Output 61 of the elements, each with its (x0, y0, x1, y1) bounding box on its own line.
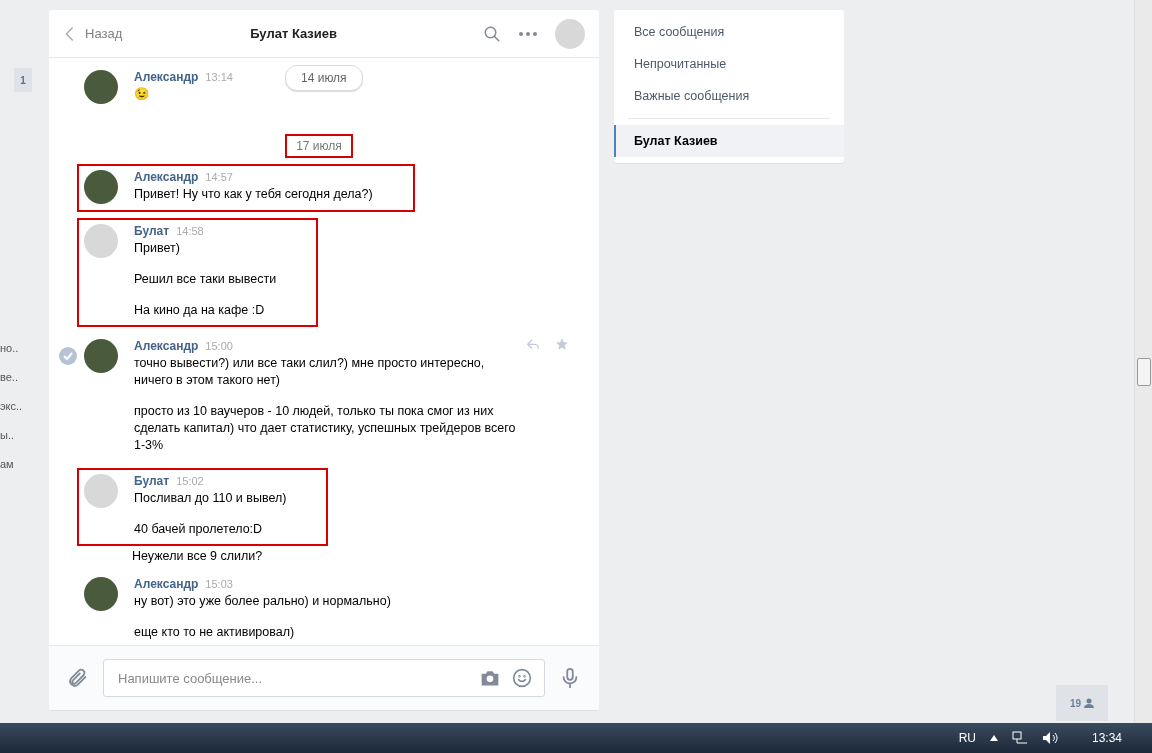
message-text: 40 бачей пролетело:D (134, 521, 264, 538)
nav-item[interactable]: экс.. (0, 400, 32, 429)
nav-item[interactable]: ам (0, 458, 32, 487)
speaker-icon[interactable] (1041, 731, 1058, 745)
message-text: Неужели все 9 слили? (132, 548, 264, 565)
camera-icon[interactable] (480, 669, 500, 687)
caret-up-icon[interactable] (989, 735, 998, 741)
language-indicator[interactable]: RU (958, 731, 976, 745)
network-icon[interactable] (1011, 731, 1028, 745)
message-text: еще кто то не активировал) (134, 624, 296, 641)
author-name[interactable]: Александр (134, 339, 199, 353)
person-icon (1084, 698, 1095, 708)
message-text: ну вот) это уже более рально) и нормально) (134, 593, 391, 610)
author-name[interactable]: Александр (134, 577, 199, 591)
message-text: Привет! Ну что как у тебя сегодня дела?) (134, 186, 373, 203)
date-separator: 17 июля (285, 134, 353, 158)
author-name[interactable]: Булат (134, 224, 170, 238)
clock[interactable]: 13:34 (1091, 731, 1122, 745)
message-time: 13:14 (205, 71, 233, 83)
attach-button[interactable] (67, 667, 89, 689)
back-button[interactable]: Назад (61, 24, 123, 43)
search-button[interactable] (483, 24, 501, 43)
message-time: 15:03 (205, 578, 233, 590)
message-text: Решил все таки вывести (134, 271, 277, 288)
author-name[interactable]: Булат (134, 474, 170, 488)
nav-item[interactable]: ы.. (0, 429, 32, 458)
avatar[interactable] (84, 339, 118, 373)
avatar[interactable] (84, 70, 118, 104)
message-time: 15:02 (176, 475, 204, 487)
star-icon[interactable] (555, 337, 569, 351)
message-text: На кино да на кафе :D (134, 302, 266, 319)
counter-badge: 1 (14, 68, 32, 92)
message-text: Посливал до 110 и вывел) (134, 490, 287, 507)
message-text: 😉 (134, 86, 151, 103)
selected-check-icon[interactable] (59, 347, 77, 365)
more-icon (519, 31, 537, 36)
scrollbar-thumb[interactable] (1137, 358, 1151, 386)
message-time: 14:58 (176, 225, 204, 237)
avatar[interactable] (84, 170, 118, 204)
menu-item[interactable]: Все сообщения (614, 16, 844, 48)
paperclip-icon (67, 667, 89, 689)
message-text: Привет) (134, 240, 181, 257)
menu-item[interactable]: Непрочитанные (614, 48, 844, 80)
date-pill: 14 июля (285, 65, 363, 91)
scrollbar[interactable] (1134, 0, 1152, 723)
more-button[interactable] (519, 31, 537, 36)
message-field[interactable]: Напишите сообщение... (103, 659, 545, 697)
menu-item[interactable]: Булат Казиев (614, 125, 844, 157)
menu-item[interactable]: Важные сообщения (614, 80, 844, 112)
nav-item[interactable]: ве.. (0, 371, 32, 400)
avatar[interactable] (84, 577, 118, 611)
message-text: точно вывести?) или все таки слил?) мне просто интересно, ничего в этом такого нет) (134, 355, 486, 389)
author-name[interactable]: Александр (134, 70, 199, 84)
chat-title: Булат Казиев (249, 26, 339, 41)
smiley-icon (512, 668, 532, 688)
nav-item[interactable]: но.. (0, 342, 32, 371)
message-time: 14:57 (205, 171, 233, 183)
author-name[interactable]: Александр (134, 170, 199, 184)
message-time: 15:00 (205, 340, 233, 352)
message-text: просто из 10 ваучеров - 10 людей, только ты пока смог из них сделать капитал) что дает статистику, успешных трейдеров всего 1-3% (134, 403, 517, 454)
search-icon (483, 24, 501, 43)
